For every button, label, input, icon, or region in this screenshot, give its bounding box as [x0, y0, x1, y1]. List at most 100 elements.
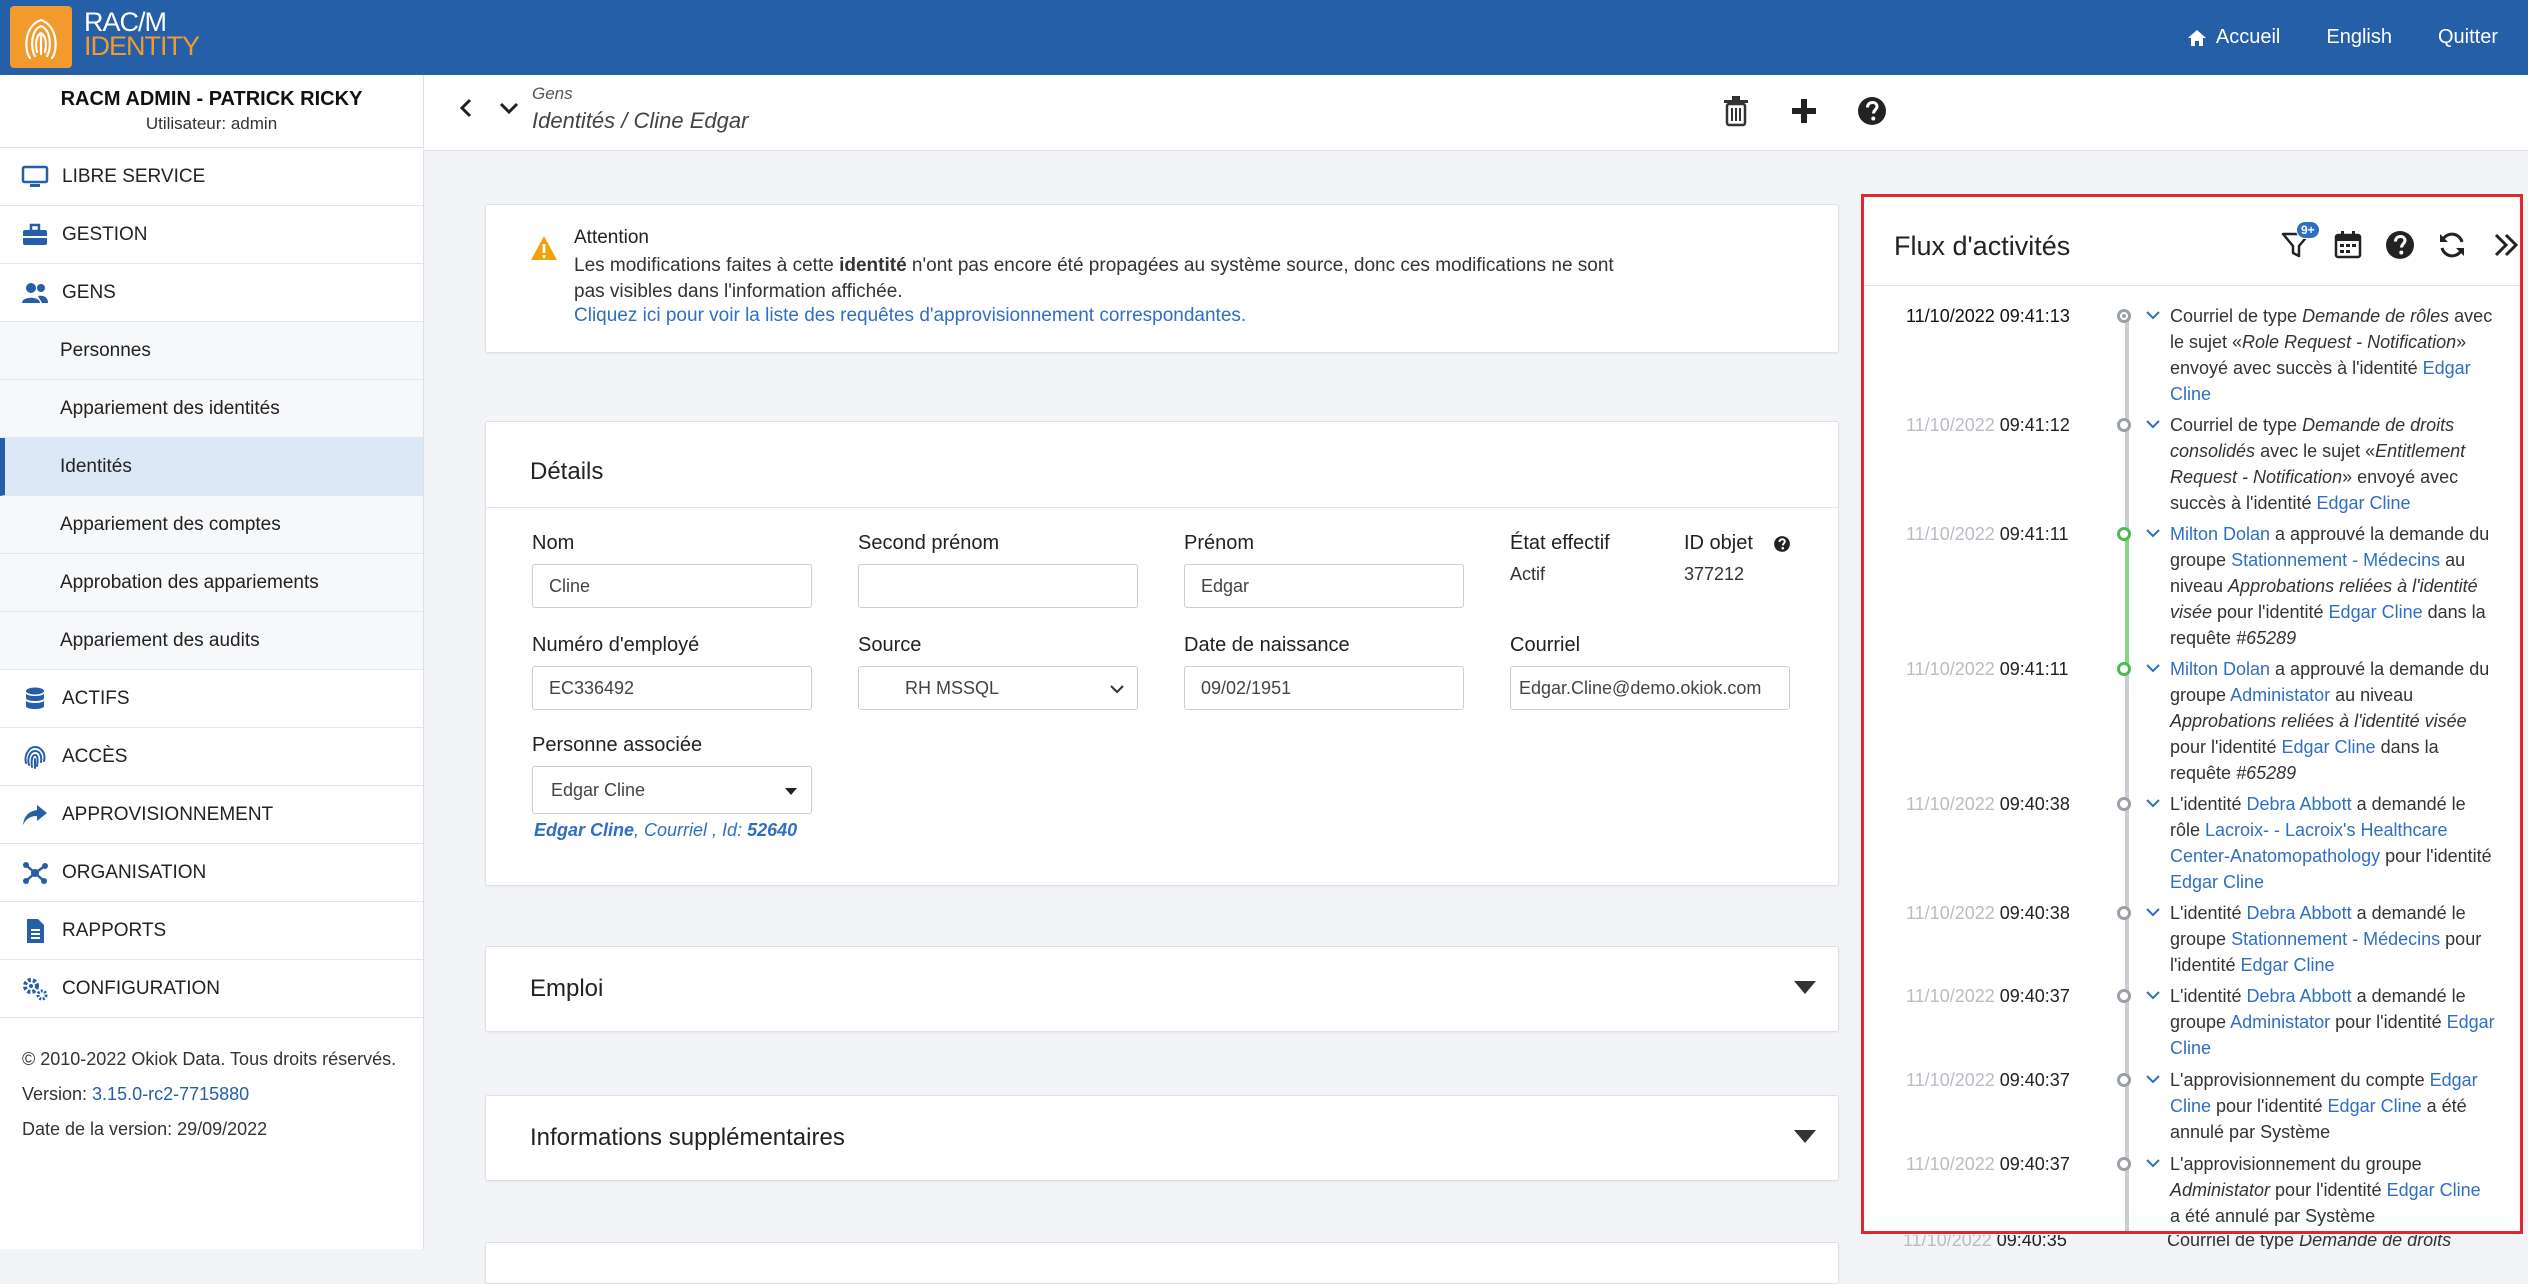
employe-label: Numéro d'employé — [532, 634, 700, 656]
language-link[interactable]: English — [2326, 26, 2392, 49]
version-label: Version: — [22, 1084, 93, 1104]
refresh-icon — [2440, 232, 2464, 258]
activity-timestamp: 11/10/2022 09:40:37 — [1906, 1154, 2070, 1174]
calendar-button[interactable] — [2332, 229, 2364, 261]
identity-link[interactable]: Edgar Cline — [2387, 1180, 2481, 1200]
identity-link[interactable]: Edgar Cline — [2328, 1096, 2422, 1116]
identity-link[interactable]: Edgar Cline — [2282, 737, 2376, 757]
courriel-field[interactable] — [1510, 666, 1790, 710]
logo-icon[interactable] — [10, 6, 72, 68]
chevron-down-icon[interactable] — [2145, 525, 2161, 541]
source-label: Source — [858, 634, 922, 656]
filter-button[interactable]: 9+ — [2280, 221, 2320, 261]
trash-icon[interactable] — [1720, 95, 1752, 127]
sidebar-item-gens[interactable]: GENS — [0, 264, 423, 322]
top-bar: RAC/M IDENTITY Accueil English Quitter — [0, 0, 2528, 75]
activity-text: Courriel de type Demande de rôles avec l… — [2170, 306, 2493, 404]
back-arrow-icon[interactable] — [456, 97, 478, 119]
activity-help-button[interactable] — [2384, 229, 2416, 261]
chevron-down-icon[interactable] — [498, 97, 520, 119]
help-icon[interactable] — [1856, 95, 1888, 127]
identity-link[interactable]: Edgar Cline — [2329, 602, 2423, 622]
group-link[interactable]: Administator — [2230, 685, 2330, 705]
sidebar-label-acces: ACCÈS — [62, 745, 128, 767]
chevron-down-icon[interactable] — [2145, 660, 2161, 676]
approver-link[interactable]: Milton Dolan — [2170, 659, 2270, 679]
activity-timestamp: 11/10/2022 09:40:35 — [1903, 1235, 2067, 1249]
id-help-icon[interactable] — [1773, 535, 1791, 553]
requester-link[interactable]: Debra Abbott — [2247, 986, 2352, 1006]
group-link[interactable]: Stationnement - Médecins — [2231, 929, 2440, 949]
timeline-dot — [2117, 797, 2131, 811]
timeline-dot — [2117, 418, 2131, 432]
chevron-down-icon[interactable] — [2145, 987, 2161, 1003]
sidebar-item-organisation[interactable]: ORGANISATION — [0, 844, 423, 902]
sidebar-item-gestion[interactable]: GESTION — [0, 206, 423, 264]
timeline-dot-approved — [2117, 527, 2131, 541]
identity-link[interactable]: Edgar Cline — [2317, 493, 2411, 513]
sidebar-item-appariement-comptes[interactable]: Appariement des comptes — [0, 496, 423, 554]
sidebar-item-personnes[interactable]: Personnes — [0, 322, 423, 380]
sidebar-item-approbation-appariements[interactable]: Approbation des appariements — [0, 554, 423, 612]
logo-line2: IDENTITY — [84, 31, 200, 61]
sidebar-item-approvisionnement[interactable]: APPROVISIONNEMENT — [0, 786, 423, 844]
activity-timestamp: 11/10/2022 09:41:11 — [1906, 659, 2069, 679]
sidebar-item-rapports[interactable]: RAPPORTS — [0, 902, 423, 960]
naissance-field[interactable] — [1184, 666, 1464, 710]
add-icon[interactable] — [1788, 95, 1820, 127]
caret-down-icon[interactable] — [1794, 1130, 1816, 1144]
details-divider — [486, 507, 1838, 508]
prenom-field[interactable] — [1184, 564, 1464, 608]
requester-link[interactable]: Debra Abbott — [2247, 794, 2352, 814]
sidebar-item-appariement-audits[interactable]: Appariement des audits — [0, 612, 423, 670]
group-link[interactable]: Administator — [2230, 1012, 2330, 1032]
section-emploi[interactable]: Emploi — [485, 946, 1839, 1032]
nom-field[interactable] — [532, 564, 812, 608]
chevron-down-icon[interactable] — [2145, 795, 2161, 811]
second-prenom-field[interactable] — [858, 564, 1138, 608]
users-icon — [20, 278, 50, 308]
chevron-down-icon[interactable] — [2145, 904, 2161, 920]
employe-field[interactable] — [532, 666, 812, 710]
filter-badge: 9+ — [2296, 221, 2320, 239]
double-chevron-right-icon — [2494, 233, 2519, 257]
group-link[interactable]: Stationnement - Médecins — [2231, 550, 2440, 570]
sidebar-item-appariement-identites[interactable]: Appariement des identités — [0, 380, 423, 438]
alert-body: Les modifications faites à cette identit… — [574, 255, 1614, 302]
requester-link[interactable]: Debra Abbott — [2247, 903, 2352, 923]
source-select[interactable]: RH MSSQL — [858, 666, 1138, 710]
provisioning-requests-link[interactable]: Cliquez ici pour voir la liste des requê… — [574, 305, 1246, 327]
chevron-down-icon[interactable] — [2145, 1155, 2161, 1171]
sidebar-item-configuration[interactable]: CONFIGURATION — [0, 960, 423, 1018]
personne-associee-select[interactable]: Edgar Cline — [532, 766, 812, 814]
sidebar-item-libre-service[interactable]: LIBRE SERVICE — [0, 148, 423, 206]
section-info-sup[interactable]: Informations supplémentaires — [485, 1095, 1839, 1181]
quit-link[interactable]: Quitter — [2438, 26, 2498, 49]
sidebar-label-personnes: Personnes — [60, 339, 151, 361]
source-value: RH MSSQL — [905, 678, 1000, 698]
caret-down-icon — [785, 788, 797, 795]
version-link[interactable]: 3.15.0-rc2-7715880 — [92, 1084, 249, 1104]
chevron-down-icon[interactable] — [2145, 1071, 2161, 1087]
activity-text: L'identité Debra Abbott a demandé le gro… — [2170, 986, 2495, 1058]
home-link[interactable]: Accueil — [2187, 26, 2280, 49]
chevron-down-icon[interactable] — [2145, 307, 2161, 323]
sidebar-item-identites[interactable]: Identités — [0, 438, 423, 496]
identity-link[interactable]: Edgar Cline — [2170, 872, 2264, 892]
sidebar-item-acces[interactable]: ACCÈS — [0, 728, 423, 786]
courriel-label: Courriel — [1510, 634, 1581, 656]
collapse-panel-button[interactable] — [2488, 229, 2520, 261]
approver-link[interactable]: Milton Dolan — [2170, 524, 2270, 544]
refresh-button[interactable] — [2436, 229, 2468, 261]
sidebar-label-configuration: CONFIGURATION — [62, 977, 220, 999]
chevron-down-icon[interactable] — [2145, 416, 2161, 432]
home-icon — [2187, 29, 2206, 46]
sidebar-item-actifs[interactable]: ACTIFS — [0, 670, 423, 728]
breadcrumb-parent[interactable]: Gens — [532, 84, 573, 104]
caret-down-icon[interactable] — [1794, 981, 1816, 995]
monitor-icon — [20, 162, 50, 192]
sidebar-label-actifs: ACTIFS — [62, 687, 130, 709]
details-card: Détails Nom Second prénom Prénom État ef… — [485, 421, 1839, 886]
assoc-note-name[interactable]: Edgar Cline — [534, 820, 634, 840]
identity-link[interactable]: Edgar Cline — [2240, 955, 2334, 975]
